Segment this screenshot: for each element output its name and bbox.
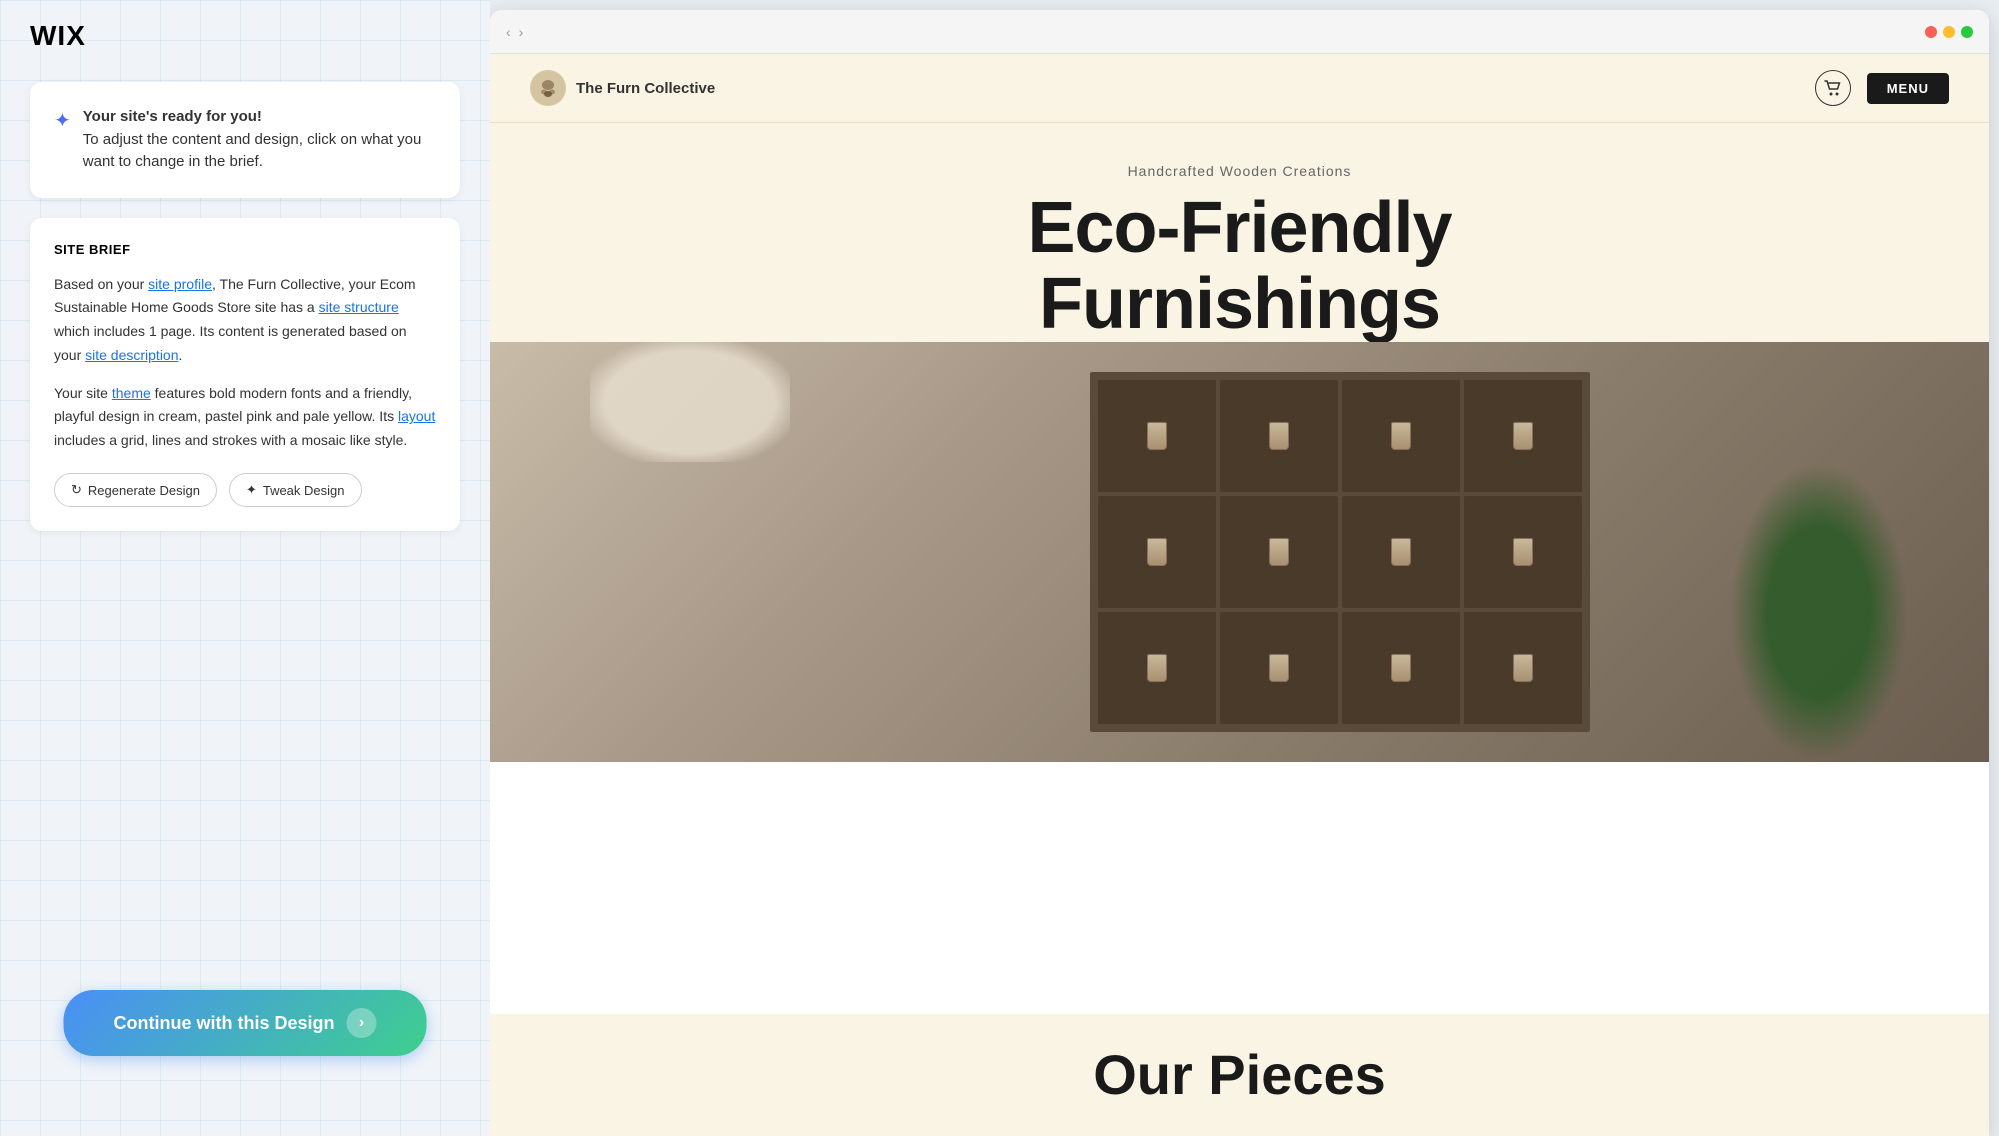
shelf-cell [1464, 496, 1582, 608]
hero-image [490, 342, 1989, 1014]
forward-arrow[interactable]: › [519, 24, 524, 40]
site-nav: MENU [1815, 70, 1949, 106]
plant-decoration [1729, 462, 1909, 762]
hero-title-line2: Furnishings [530, 267, 1949, 343]
site-brief-card: SITE BRIEF Based on your site profile, T… [30, 218, 460, 532]
menu-button[interactable]: MENU [1867, 73, 1949, 104]
shelf-cell [1342, 612, 1460, 724]
browser-window: ‹ › [490, 10, 1989, 1136]
theme-link[interactable]: theme [112, 385, 151, 401]
hero-section: Handcrafted Wooden Creations Eco-Friendl… [490, 123, 1989, 342]
site-brief-paragraph1: Based on your site profile, The Furn Col… [54, 273, 436, 368]
site-profile-link[interactable]: site profile [148, 276, 212, 292]
site-structure-link[interactable]: site structure [319, 299, 399, 315]
sparkle-icon: ✦ [54, 108, 71, 133]
right-panel: ‹ › [490, 0, 1999, 1136]
tweak-design-button[interactable]: ✦ Tweak Design [229, 473, 362, 507]
left-panel: WIX ✦ Your site's ready for you! To adju… [0, 0, 490, 1136]
nav-arrows: ‹ › [506, 24, 523, 40]
close-dot[interactable] [1925, 26, 1937, 38]
site-description-link[interactable]: site description [85, 347, 178, 363]
shelf-cell [1464, 612, 1582, 724]
shelf-cell [1464, 380, 1582, 492]
hero-title-line1: Eco-Friendly [530, 191, 1949, 267]
site-brief-title: SITE BRIEF [54, 242, 436, 257]
site-header: The Furn Collective MENU [490, 54, 1989, 123]
browser-dots [1925, 26, 1973, 38]
shelf-cell [1220, 496, 1338, 608]
site-logo: The Furn Collective [530, 70, 715, 106]
maximize-dot[interactable] [1961, 26, 1973, 38]
shelf-grid [1090, 372, 1590, 732]
hero-title: Eco-Friendly Furnishings [530, 191, 1949, 342]
ready-card-text: Your site's ready for you! To adjust the… [83, 106, 436, 174]
wix-logo: WIX [30, 20, 86, 52]
our-pieces-title: Our Pieces [530, 1044, 1949, 1106]
refresh-icon: ↻ [71, 482, 82, 498]
shelf-cell [1098, 380, 1216, 492]
continue-with-design-button[interactable]: Continue with this Design › [64, 990, 427, 1056]
browser-chrome: ‹ › [490, 10, 1989, 54]
ready-card-line2: To adjust the content and design, click … [83, 131, 422, 171]
continue-btn-label: Continue with this Design [114, 1013, 335, 1034]
bottom-section: Our Pieces [490, 1014, 1989, 1136]
site-brief-paragraph2: Your site theme features bold modern fon… [54, 382, 436, 453]
minimize-dot[interactable] [1943, 26, 1955, 38]
shelf-cell [1098, 496, 1216, 608]
shelf-cell [1342, 380, 1460, 492]
flowers-decoration [590, 342, 790, 462]
layout-link[interactable]: layout [398, 408, 435, 424]
cart-button[interactable] [1815, 70, 1851, 106]
shelf-cell [1220, 380, 1338, 492]
hero-subtitle: Handcrafted Wooden Creations [530, 163, 1949, 179]
brief-actions: ↻ Regenerate Design ✦ Tweak Design [54, 473, 436, 507]
arrow-icon: › [347, 1008, 377, 1038]
regenerate-design-button[interactable]: ↻ Regenerate Design [54, 473, 217, 507]
site-logo-text: The Furn Collective [576, 80, 715, 97]
ready-card-line1: Your site's ready for you! [83, 108, 262, 125]
logo-icon [530, 70, 566, 106]
website-content: The Furn Collective MENU Handcrafted Woo [490, 54, 1989, 1136]
back-arrow[interactable]: ‹ [506, 24, 511, 40]
shelf-cell [1098, 612, 1216, 724]
shelf-background [490, 342, 1989, 762]
shelf-cell [1220, 612, 1338, 724]
shelf-cell [1342, 496, 1460, 608]
wand-icon: ✦ [246, 482, 257, 498]
ready-card: ✦ Your site's ready for you! To adjust t… [30, 82, 460, 198]
